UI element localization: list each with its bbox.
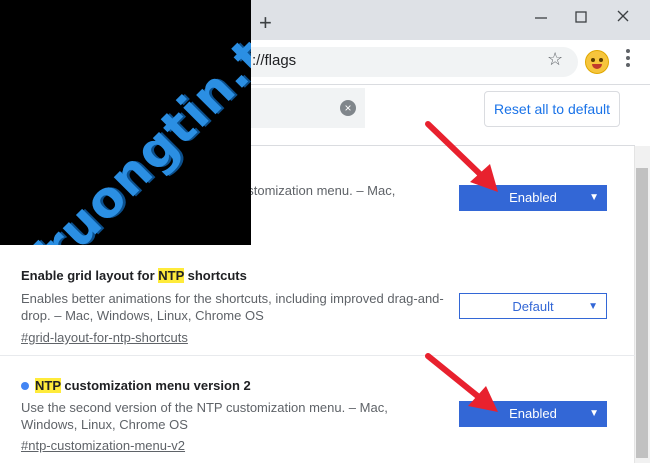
red-arrow-icon bbox=[425, 121, 498, 192]
address-bar-url[interactable]: ://flags bbox=[252, 52, 296, 69]
flag-title-text: Enable grid layout for bbox=[21, 268, 159, 283]
new-tab-button[interactable]: + bbox=[259, 12, 272, 34]
avatar-icon[interactable] bbox=[585, 50, 609, 74]
flag-title-text: shortcuts bbox=[184, 268, 247, 283]
search-highlight: NTP bbox=[35, 378, 61, 393]
watermark-logo: Truongtin.top bbox=[0, 0, 251, 245]
select-value: Enabled bbox=[509, 406, 557, 421]
maximize-icon[interactable] bbox=[569, 8, 593, 28]
clear-search-icon[interactable]: × bbox=[340, 100, 356, 116]
flag-anchor-link[interactable]: #ntp-customization-menu-v2 bbox=[21, 438, 185, 453]
flag-title: NTP customization menu version 2 bbox=[21, 378, 251, 393]
red-arrow-icon bbox=[425, 353, 498, 412]
minimize-icon[interactable] bbox=[529, 8, 553, 28]
star-icon[interactable]: ☆ bbox=[547, 49, 563, 70]
flag-title: Enable grid layout for NTP shortcuts bbox=[21, 268, 247, 283]
caret-down-icon: ▼ bbox=[589, 192, 599, 203]
menu-icon[interactable] bbox=[626, 49, 630, 70]
divider bbox=[0, 355, 635, 356]
scrollbar-thumb[interactable] bbox=[636, 168, 648, 458]
select-value: Enabled bbox=[509, 190, 557, 205]
close-icon[interactable] bbox=[611, 8, 635, 28]
flag-state-select[interactable]: Default ▼ bbox=[459, 293, 607, 319]
caret-down-icon: ▼ bbox=[588, 301, 598, 312]
watermark-text: Truongtin.top bbox=[7, 0, 251, 245]
flag-anchor-link[interactable]: #grid-layout-for-ntp-shortcuts bbox=[21, 330, 188, 345]
flag-title-text: customization menu version 2 bbox=[60, 378, 251, 393]
caret-down-icon: ▼ bbox=[589, 408, 599, 419]
search-highlight: NTP bbox=[158, 268, 185, 283]
flag-description: Enables better animations for the shortc… bbox=[21, 291, 444, 323]
modified-dot-icon bbox=[21, 382, 29, 390]
select-value: Default bbox=[512, 299, 554, 314]
flag-description: Use the second version of the NTP custom… bbox=[21, 400, 388, 432]
